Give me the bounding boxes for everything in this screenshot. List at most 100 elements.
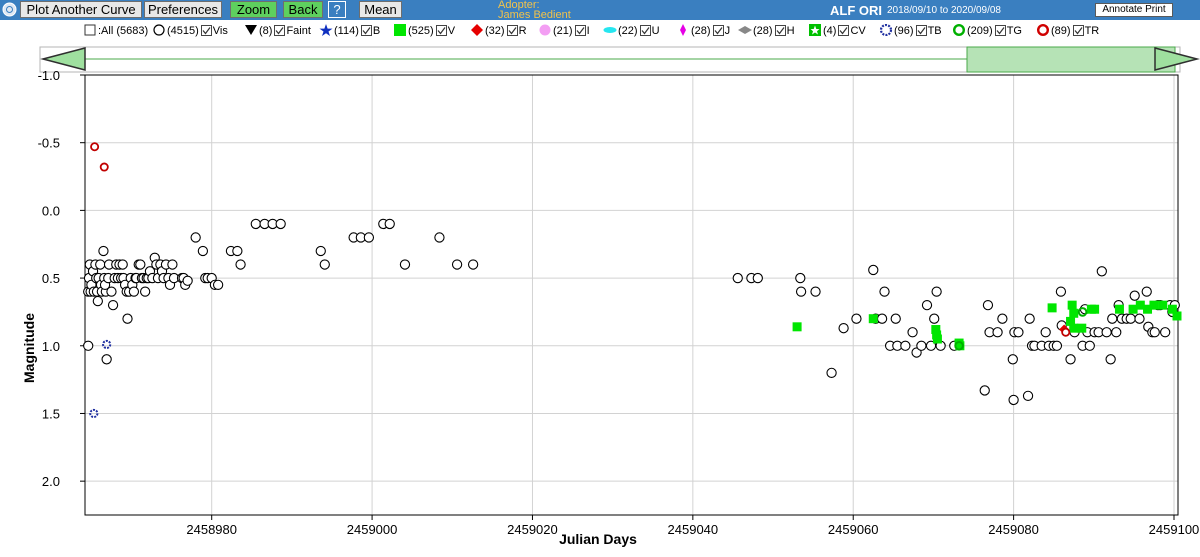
data-point-tr[interactable] [99,162,109,172]
data-point-vis[interactable] [467,259,479,270]
data-point-vis[interactable] [434,232,445,243]
annotate-print-button[interactable]: Annotate Print [1095,3,1173,17]
data-point-vis[interactable] [907,327,918,338]
back-button[interactable]: Back [283,1,323,18]
data-point-vis[interactable] [101,354,112,365]
data-point-vis[interactable] [384,218,395,230]
data-point-v[interactable] [1114,304,1124,314]
data-point-vis[interactable] [900,340,911,351]
data-point-v[interactable] [1069,323,1079,333]
data-point-vis[interactable] [319,259,330,270]
data-point-vis[interactable] [1105,354,1116,365]
data-point-vis[interactable] [117,259,128,270]
legend-item-r[interactable]: (32) R [470,24,527,37]
checkbox-checked-icon[interactable] [200,25,212,36]
data-point-vis[interactable] [1065,354,1076,365]
mean-button[interactable]: Mean [359,1,402,18]
legend-item-i[interactable]: (21) I [538,24,590,37]
data-point-v[interactable] [1158,300,1168,310]
data-point-vis[interactable] [992,327,1003,338]
data-point-vis[interactable] [752,272,763,284]
zoom-button[interactable]: Zoom [230,1,277,18]
data-point-vis[interactable] [1129,290,1140,301]
data-point-v[interactable] [1149,300,1159,310]
legend-item-h[interactable]: (28) H [738,24,795,37]
legend-item-j[interactable]: (28) J [676,24,730,37]
checkbox-checked-icon[interactable] [435,25,447,36]
data-point-vis[interactable] [106,286,117,297]
data-point-vis[interactable] [1160,327,1171,338]
checkbox-checked-icon[interactable] [506,25,518,36]
legend-item-faint[interactable]: (8) Faint [244,24,311,37]
data-point-vis[interactable] [1096,266,1107,277]
data-point-vis[interactable] [275,218,286,230]
data-point-vis[interactable] [232,245,243,257]
help-button[interactable]: ? [328,1,346,18]
data-point-vis[interactable] [868,264,879,276]
legend-item-b[interactable]: (114) B [319,24,380,37]
data-point-vis[interactable] [83,340,94,351]
data-point-vis[interactable] [1040,327,1051,338]
data-point-vis[interactable] [1107,313,1118,324]
data-point-vis[interactable] [1084,340,1095,351]
checkbox-checked-icon[interactable] [838,25,850,36]
data-point-vis[interactable] [982,300,994,311]
data-point-vis[interactable] [1008,394,1019,406]
data-point-v[interactable] [1067,300,1077,310]
legend-item-v[interactable]: (525) V [393,24,455,37]
legend-item-cv[interactable]: (4) CV [808,24,866,37]
data-point-vis[interactable] [810,286,821,297]
data-point-vis[interactable] [399,259,411,270]
checkbox-checked-icon[interactable] [1072,25,1084,36]
data-point-vis[interactable] [451,259,463,270]
data-point-vis[interactable] [315,245,326,257]
data-point-vis[interactable] [182,275,193,286]
data-point-vis[interactable] [197,245,209,257]
data-point-vis[interactable] [107,300,119,311]
data-point-vis[interactable] [795,286,807,297]
data-point-vis[interactable] [795,272,806,284]
legend-item-all[interactable]: :All (5683) [83,24,148,37]
data-point-vis[interactable] [1013,327,1024,338]
checkbox-checked-icon[interactable] [574,25,586,36]
data-point-vis[interactable] [1007,354,1018,365]
data-point-vis[interactable] [1051,340,1063,351]
data-point-vis[interactable] [363,232,375,243]
data-point-vis[interactable] [931,286,942,297]
data-point-vis[interactable] [1141,286,1152,297]
data-point-vis[interactable] [890,313,901,324]
data-point-vis[interactable] [139,286,151,297]
data-point-vis[interactable] [1134,313,1145,324]
data-point-vis[interactable] [879,286,890,297]
data-point-v[interactable] [932,334,942,344]
data-point-vis[interactable] [167,259,178,270]
checkbox-checked-icon[interactable] [360,25,372,36]
data-point-vis[interactable] [1055,286,1067,297]
data-point-vis[interactable] [997,313,1008,324]
checkbox-checked-icon[interactable] [994,25,1006,36]
data-point-tr[interactable] [90,142,100,152]
data-point-tb[interactable] [102,339,112,350]
data-point-vis[interactable] [929,313,940,324]
legend-item-tb[interactable]: (96) TB [879,23,942,37]
data-point-v[interactable] [1047,303,1057,313]
data-point-vis[interactable] [826,367,837,378]
checkbox-checked-icon[interactable] [774,25,786,36]
checkbox-checked-icon[interactable] [639,25,651,36]
data-point-vis[interactable] [98,245,109,257]
legend-item-vis[interactable]: (4515) Vis [152,24,228,37]
data-point-vis[interactable] [250,218,261,230]
data-point-vis[interactable] [1125,313,1136,324]
data-point-vis[interactable] [122,313,133,324]
data-point-vis[interactable] [1101,327,1112,338]
data-point-v[interactable] [1077,323,1087,333]
preferences-button[interactable]: Preferences [144,1,222,18]
data-point-vis[interactable] [190,232,201,243]
data-point-v[interactable] [1069,308,1079,318]
data-point-vis[interactable] [838,323,849,334]
checkbox-checked-icon[interactable] [915,25,927,36]
data-point-vis[interactable] [1024,313,1035,324]
data-point-vis[interactable] [212,279,224,290]
legend-item-tr[interactable]: (89) TR [1036,23,1099,37]
data-point-v[interactable] [1090,304,1100,314]
